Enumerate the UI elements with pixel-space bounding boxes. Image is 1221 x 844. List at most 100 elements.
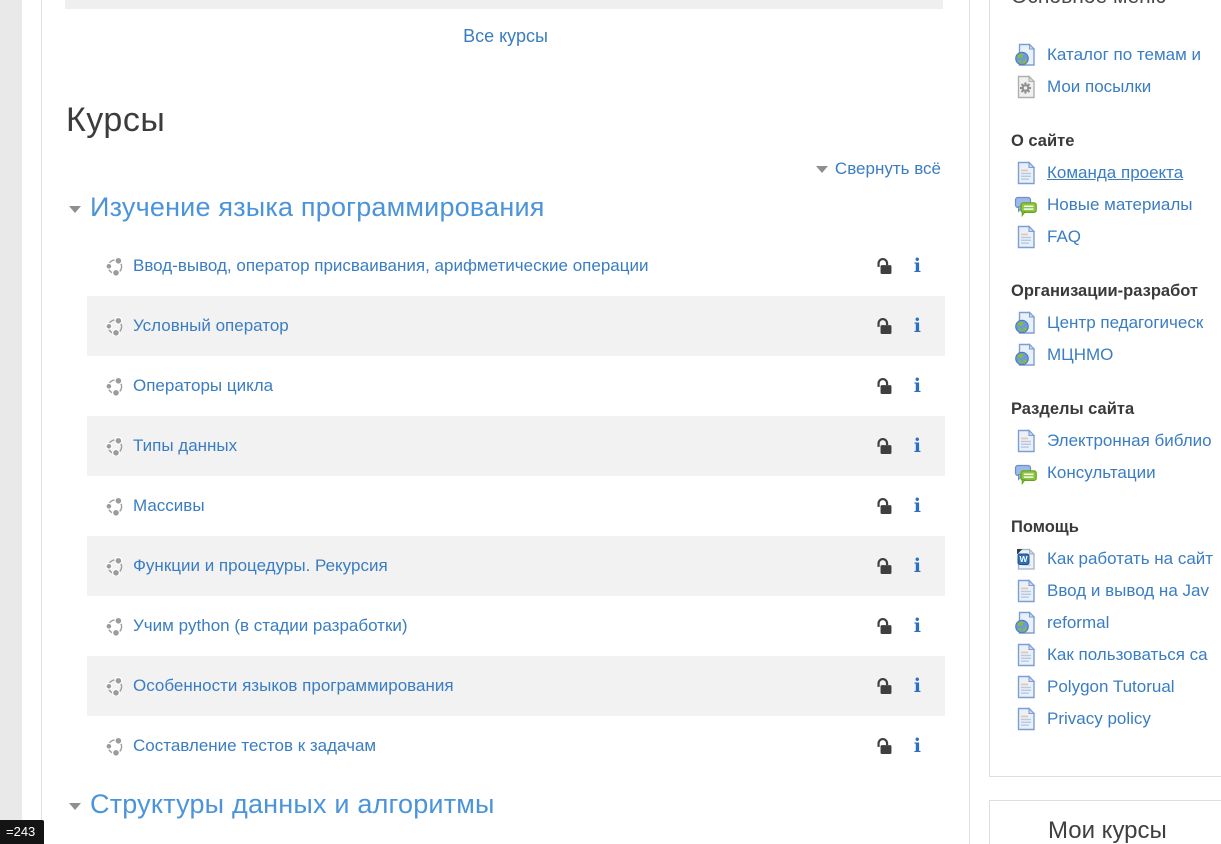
info-icon[interactable]: i	[914, 673, 921, 699]
sidebar-menu-item: Как пользоваться са	[1011, 639, 1221, 671]
sidebar-menu-link[interactable]: МЦНМО	[1047, 345, 1113, 365]
all-courses-link[interactable]: Все курсы	[463, 26, 548, 46]
unlock-icon	[874, 736, 894, 756]
course-icon	[105, 616, 125, 636]
page-icon	[1014, 675, 1038, 699]
course-row: Составление тестов к задачам i	[87, 716, 945, 776]
scrolled-element-edge	[65, 0, 943, 9]
unlock-icon	[874, 256, 894, 276]
course-icon	[105, 736, 125, 756]
category-link[interactable]: Изучение языка программирования	[90, 192, 545, 223]
course-row: Учим python (в стадии разработки) i	[87, 596, 945, 656]
sidebar-menu-link[interactable]: Polygon Tutorual	[1047, 677, 1175, 697]
info-icon[interactable]: i	[914, 613, 921, 639]
page-title: Курсы	[66, 101, 166, 139]
page-icon	[1014, 429, 1038, 453]
category-collapse-icon[interactable]	[69, 206, 81, 213]
content-right-border	[969, 0, 970, 844]
course-icon	[105, 556, 125, 576]
collapse-all-link[interactable]: Свернуть всё	[835, 159, 941, 178]
course-row: Массивы i	[87, 476, 945, 536]
info-icon[interactable]: i	[914, 313, 921, 339]
sidebar-menu-link[interactable]: Каталог по темам и	[1047, 45, 1201, 65]
gear-doc-icon	[1014, 75, 1038, 99]
course-row: Функции и процедуры. Рекурсия i	[87, 536, 945, 596]
category-heading: Структуры данных и алгоритмы	[69, 789, 495, 820]
sidebar-menu-item: Электронная библио	[1011, 425, 1221, 457]
sidebar-menu-item: Privacy policy	[1011, 703, 1221, 735]
unlock-icon	[874, 436, 894, 456]
course-link[interactable]: Условный оператор	[133, 316, 289, 336]
course-icon	[105, 436, 125, 456]
sidebar-menu-link[interactable]: Новые материалы	[1047, 195, 1193, 215]
sidebar-menu-item: Мои посылки	[1011, 71, 1221, 103]
sidebar-menu-item: reformal	[1011, 607, 1221, 639]
sidebar-menu-item: Как работать на сайт	[1011, 543, 1221, 575]
sidebar-menu-link[interactable]: Консультации	[1047, 463, 1156, 483]
sidebar-menu-link[interactable]: Центр педагогическ	[1047, 313, 1203, 333]
word-icon	[1014, 547, 1038, 571]
course-link[interactable]: Типы данных	[133, 436, 237, 456]
sidebar-menu-item: Новые материалы	[1011, 189, 1221, 221]
forum-icon	[1014, 193, 1038, 217]
course-link[interactable]: Особенности языков программирования	[133, 676, 454, 696]
page-icon	[1014, 579, 1038, 603]
sidebar-menu-item: Центр педагогическ	[1011, 307, 1221, 339]
course-row: Условный оператор i	[87, 296, 945, 356]
category-link[interactable]: Структуры данных и алгоритмы	[90, 789, 495, 820]
block-title: Основное меню	[1011, 0, 1221, 11]
all-courses-row: Все курсы	[41, 26, 970, 47]
course-link[interactable]: Ввод-вывод, оператор присваивания, арифм…	[133, 256, 648, 276]
url-icon	[1014, 311, 1038, 335]
block-main-menu: Основное меню Каталог по темам и Мои посы…	[989, 0, 1221, 777]
unlock-icon	[874, 676, 894, 696]
info-icon[interactable]: i	[914, 253, 921, 279]
info-icon[interactable]: i	[914, 553, 921, 579]
sidebar-menu-item: Ввод и вывод на Jav	[1011, 575, 1221, 607]
course-link[interactable]: Массивы	[133, 496, 205, 516]
info-icon[interactable]: i	[914, 433, 921, 459]
sidebar-menu-link[interactable]: Как работать на сайт	[1047, 549, 1213, 569]
window-edge-strip	[0, 0, 22, 844]
course-row: Операторы цикла i	[87, 356, 945, 416]
url-icon	[1014, 43, 1038, 67]
info-icon[interactable]: i	[914, 493, 921, 519]
course-link[interactable]: Функции и процедуры. Рекурсия	[133, 556, 388, 576]
sidebar-menu-item: Консультации	[1011, 457, 1221, 489]
unlock-icon	[874, 556, 894, 576]
sidebar-menu-link[interactable]: Электронная библио	[1047, 431, 1212, 451]
collapse-all-control[interactable]: Свернуть всё	[41, 159, 941, 179]
info-icon[interactable]: i	[914, 733, 921, 759]
course-icon	[105, 316, 125, 336]
url-icon	[1014, 343, 1038, 367]
sidebar-menu-link[interactable]: Privacy policy	[1047, 709, 1151, 729]
course-row: Типы данных i	[87, 416, 945, 476]
category-heading: Изучение языка программирования	[69, 192, 545, 223]
block-my-courses: Мои курсы	[989, 800, 1221, 844]
sidebar-menu-link[interactable]: Ввод и вывод на Jav	[1047, 581, 1209, 601]
sidebar-section-header: Помощь	[1011, 517, 1079, 536]
sidebar-menu-link[interactable]: FAQ	[1047, 227, 1081, 247]
unlock-icon	[874, 376, 894, 396]
unlock-icon	[874, 496, 894, 516]
sidebar-menu-link[interactable]: reformal	[1047, 613, 1109, 633]
sidebar-section-header: Организации-разработ	[1011, 281, 1199, 300]
course-link[interactable]: Составление тестов к задачам	[133, 736, 376, 756]
sidebar-menu-link[interactable]: Как пользоваться са	[1047, 645, 1208, 665]
sidebar-menu-item: FAQ	[1011, 221, 1221, 253]
course-link[interactable]: Операторы цикла	[133, 376, 273, 396]
page-icon	[1014, 161, 1038, 185]
sidebar-section-header: О сайте	[1011, 131, 1075, 150]
info-icon[interactable]: i	[914, 373, 921, 399]
page-icon	[1014, 225, 1038, 249]
sidebar-menu-link[interactable]: Команда проекта	[1047, 163, 1183, 183]
collapse-all-triangle-icon	[815, 166, 828, 174]
course-link[interactable]: Учим python (в стадии разработки)	[133, 616, 408, 636]
sidebar-menu-link[interactable]: Мои посылки	[1047, 77, 1151, 97]
page-icon	[1014, 707, 1038, 731]
content-left-border	[41, 0, 42, 844]
category-collapse-icon[interactable]	[69, 803, 81, 810]
sidebar-section-header: Разделы сайта	[1011, 399, 1135, 418]
forum-icon	[1014, 461, 1038, 485]
block-title: Мои курсы	[1048, 817, 1167, 844]
